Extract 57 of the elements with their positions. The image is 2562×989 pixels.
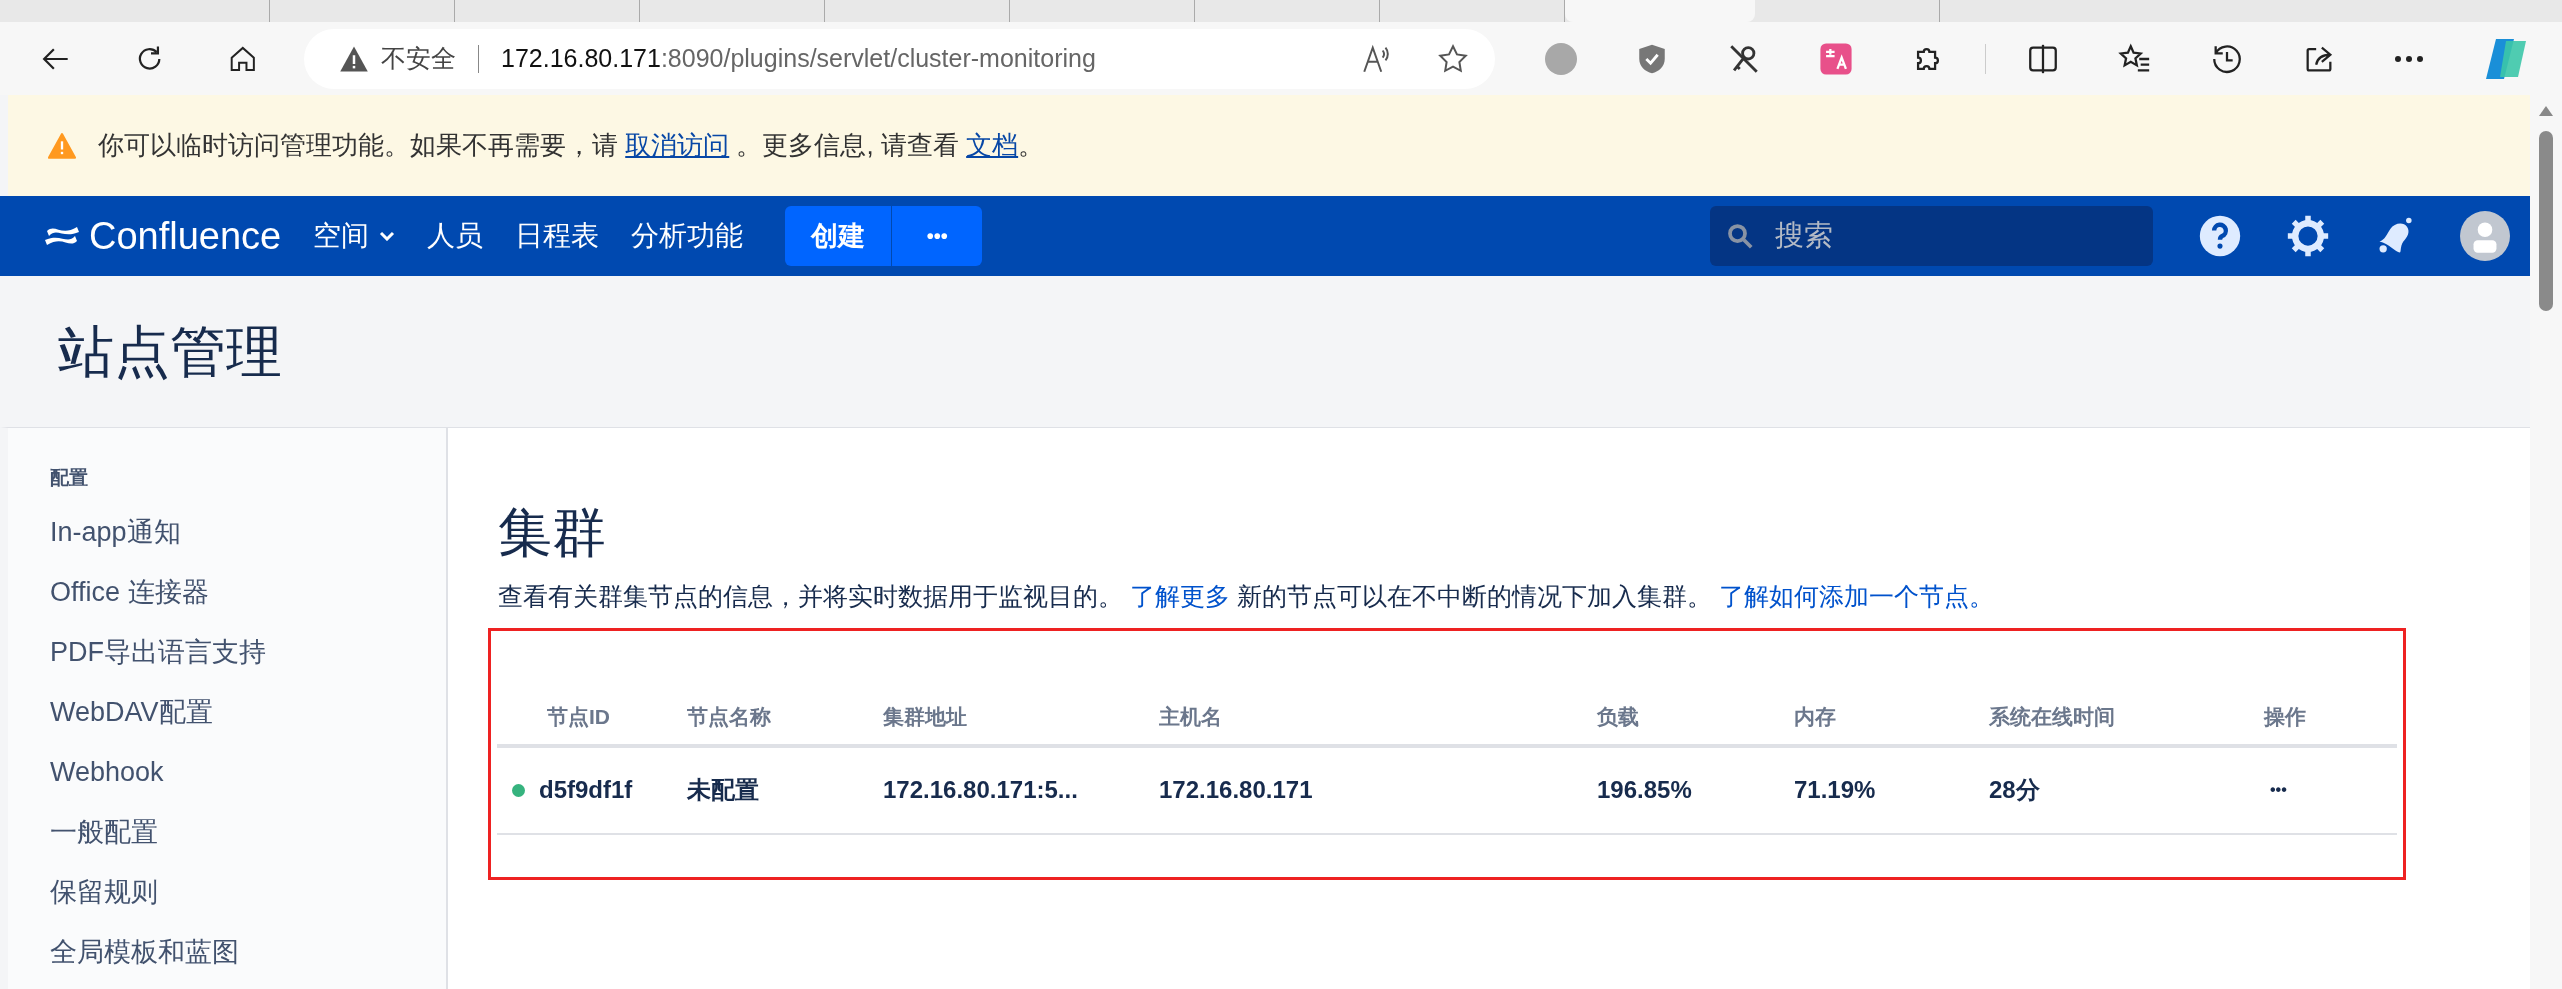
- search-field[interactable]: 搜索: [1775, 214, 2135, 258]
- address-bar[interactable]: 不安全 172.16.80.171:8090/plugins/servlet/cluster-monitoring: [304, 28, 1496, 89]
- settings-icon[interactable]: [2286, 214, 2330, 258]
- link[interactable]: 文档: [966, 130, 1019, 160]
- column-header: 节点ID: [547, 705, 610, 729]
- sidebar-item[interactable]: PDF导出语言支持: [50, 622, 446, 683]
- description-text: 查看有关群集节点的信息，并将实时数据用于监视目的。 了解更多 新的节点可以在不中断的情况下加入集群。 了解如何添加一个节点。: [498, 581, 1995, 612]
- sidebar-item[interactable]: Office 连接器: [50, 562, 446, 623]
- avatar-icon[interactable]: [2460, 211, 2510, 261]
- chevron-down-icon: [379, 231, 396, 241]
- notice-text: 你可以临时访问管理功能。如果不再需要，请 取消访问 。更多信息, 请查看 文档。: [98, 129, 1045, 162]
- table-cell: 28分: [1989, 776, 2040, 803]
- link[interactable]: 了解如何添加一个节点。: [1718, 582, 1994, 610]
- column-header: 系统在线时间: [1989, 705, 2115, 729]
- help-icon[interactable]: [2198, 214, 2242, 258]
- table-cell: 172.16.80.171: [1159, 776, 1313, 803]
- scrollbar[interactable]: [2530, 95, 2562, 989]
- sidebar-item[interactable]: 全局模板和蓝图: [50, 922, 446, 983]
- sidebar-item[interactable]: 保留规则: [50, 862, 446, 923]
- column-header: 主机名: [1159, 705, 1222, 729]
- sidebar-item[interactable]: 一般配置: [50, 802, 446, 863]
- warning-icon: [339, 44, 369, 73]
- more-button[interactable]: •••: [892, 206, 983, 266]
- nav-item[interactable]: 日程表: [503, 206, 612, 266]
- table-cell: 71.19%: [1794, 776, 1876, 803]
- table-cell-text: d5f9df1f: [539, 775, 633, 805]
- warning-icon: [48, 132, 76, 159]
- scrollbar-thumb[interactable]: [2539, 131, 2553, 311]
- table-cell: 172.16.80.171:5...: [883, 776, 1078, 803]
- column-header: 内存: [1794, 705, 1836, 729]
- confluence-logo[interactable]: Confluence: [89, 207, 282, 265]
- table-cell: 未配置: [687, 776, 759, 803]
- actions-button[interactable]: •••: [2264, 778, 2293, 802]
- sidebar-item[interactable]: In-app通知: [50, 502, 446, 563]
- nav-item[interactable]: 分析功能: [619, 206, 756, 266]
- section-title: 集群: [498, 501, 607, 564]
- url-text: 172.16.80.171:8090/plugins/servlet/cluster-monitoring: [501, 42, 1096, 74]
- create-button[interactable]: 创建: [785, 206, 892, 266]
- security-label: 不安全: [381, 42, 456, 74]
- nav-item[interactable]: 人员: [415, 206, 496, 266]
- sidebar-item[interactable]: WebDAV配置: [50, 682, 446, 743]
- column-header: 负载: [1597, 705, 1639, 729]
- page-title: 站点管理: [58, 318, 282, 385]
- translate-icon[interactable]: [1819, 41, 1854, 76]
- more-icon[interactable]: [2394, 54, 2424, 63]
- sidebar-heading: 配置: [50, 466, 89, 490]
- column-header: 操作: [2264, 705, 2306, 729]
- search-icon: [1725, 221, 1755, 251]
- link[interactable]: 取消访问: [625, 130, 730, 160]
- column-header: 节点名称: [687, 705, 771, 729]
- sidebar-item[interactable]: Webhook: [50, 742, 446, 803]
- table-cell: 196.85%: [1597, 776, 1692, 803]
- search-bar[interactable]: 搜索: [1710, 206, 2153, 266]
- column-header: 集群地址: [883, 705, 967, 729]
- link[interactable]: 了解更多: [1129, 582, 1230, 610]
- scroll-up-icon[interactable]: [2538, 105, 2554, 117]
- nav-item[interactable]: 空间: [301, 206, 408, 266]
